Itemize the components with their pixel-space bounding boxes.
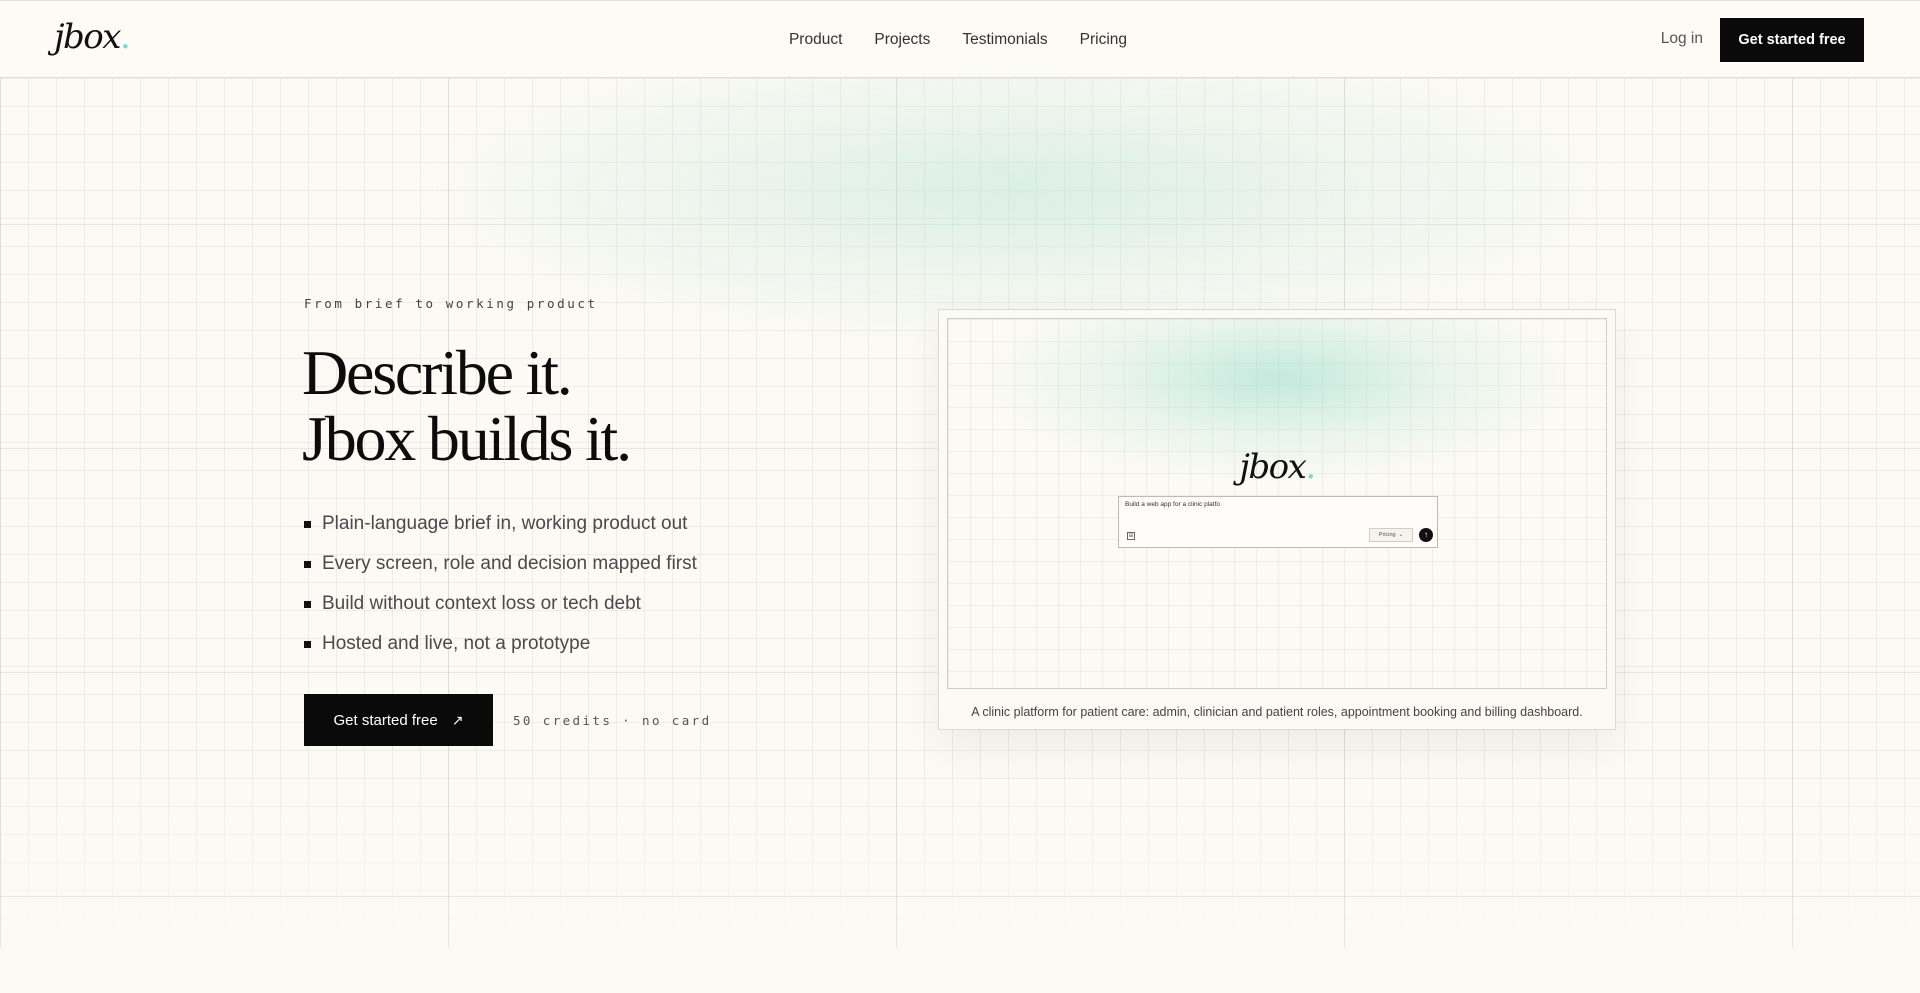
feature-text: Plain-language brief in, working product… <box>322 513 688 534</box>
feature-item: Every screen, role and decision mapped f… <box>304 544 697 584</box>
preview-screenshot: jbox. Build a web app for a clinic platf… <box>947 318 1607 689</box>
product-preview-card: jbox. Build a web app for a clinic platf… <box>938 309 1616 730</box>
feature-text: Hosted and live, not a prototype <box>322 633 591 654</box>
arrow-up-icon: ↑ <box>1419 528 1433 542</box>
hero-cta-label: Get started free <box>333 711 438 729</box>
hero-get-started-button[interactable]: Get started free ↗ <box>304 694 493 746</box>
arrow-up-right-icon: ↗ <box>451 711 464 728</box>
feature-item: Hosted and live, not a prototype <box>304 624 697 664</box>
attach-icon: ⊞ <box>1127 532 1135 540</box>
main-nav: Product Projects Testimonials Pricing <box>0 1 1920 78</box>
preview-caption: A clinic platform for patient care: admi… <box>971 705 1583 719</box>
preview-select: Pricing ⌄ <box>1369 528 1413 542</box>
hero-eyebrow: From brief to working product <box>304 296 598 311</box>
preview-logo-text: jbox <box>1239 447 1306 487</box>
feature-text: Build without context loss or tech debt <box>322 593 641 614</box>
nav-product[interactable]: Product <box>789 31 842 49</box>
bullet-square-icon <box>304 520 311 528</box>
preview-prompt-text: Build a web app for a clinic platfo <box>1125 501 1221 508</box>
feature-item: Plain-language brief in, working product… <box>304 504 697 544</box>
feature-item: Build without context loss or tech debt <box>304 584 697 624</box>
login-link[interactable]: Log in <box>1661 30 1703 48</box>
background-glow <box>420 40 1620 340</box>
nav-pricing[interactable]: Pricing <box>1080 31 1127 49</box>
preview-logo-dot: . <box>1305 447 1316 487</box>
nav-projects[interactable]: Projects <box>874 31 930 49</box>
header-get-started-button[interactable]: Get started free <box>1720 18 1864 62</box>
preview-select-label: Pricing <box>1378 532 1396 538</box>
bullet-square-icon <box>304 600 311 608</box>
chevron-down-icon: ⌄ <box>1398 532 1404 538</box>
bottom-band <box>0 948 1920 993</box>
bullet-square-icon <box>304 640 311 648</box>
preview-prompt-input: Build a web app for a clinic platfo ⊞ Pr… <box>1118 496 1438 548</box>
bullet-square-icon <box>304 560 311 568</box>
preview-logo: jbox. <box>948 447 1606 487</box>
feature-list: Plain-language brief in, working product… <box>304 504 697 664</box>
hero-headline: Describe it. Jbox builds it. <box>302 337 632 474</box>
site-header: jbox. Product Projects Testimonials Pric… <box>0 0 1920 78</box>
headline-line-1: Describe it. <box>302 337 573 408</box>
headline-line-2: Jbox builds it. <box>302 403 632 474</box>
nav-testimonials[interactable]: Testimonials <box>962 31 1047 49</box>
feature-text: Every screen, role and decision mapped f… <box>322 553 697 574</box>
credits-note: 50 credits · no card <box>513 713 712 728</box>
